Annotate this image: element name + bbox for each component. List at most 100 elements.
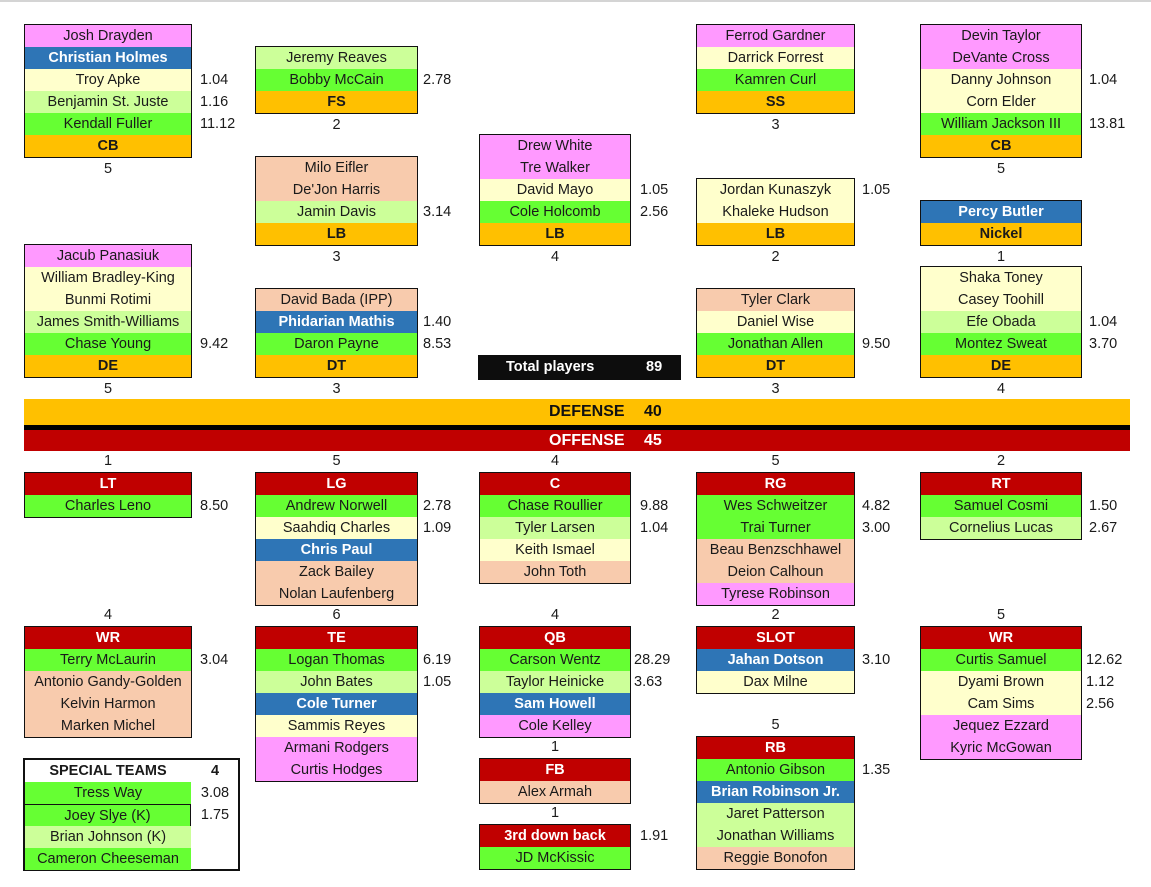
player-cell[interactable]: Curtis Hodges: [256, 759, 417, 781]
contract-value: 3.14: [423, 204, 452, 220]
player-cell[interactable]: Tyler Clark: [697, 289, 854, 311]
position-block-de-right: Shaka Toney Casey Toohill Efe Obada Montez …: [920, 266, 1082, 378]
player-cell[interactable]: DeVante Cross: [921, 47, 1081, 69]
player-cell[interactable]: Joey Slye (K): [25, 804, 191, 826]
player-cell[interactable]: Kelvin Harmon: [25, 693, 191, 715]
player-cell[interactable]: James Smith-Williams: [25, 311, 191, 333]
player-cell[interactable]: Beau Benzschhawel: [697, 539, 854, 561]
player-cell[interactable]: Cornelius Lucas: [921, 517, 1081, 539]
player-cell[interactable]: Troy Apke: [25, 69, 191, 91]
position-count: 3: [332, 381, 341, 397]
player-cell[interactable]: Jonathan Williams: [697, 825, 854, 847]
player-cell[interactable]: Ferrod Gardner: [697, 25, 854, 47]
player-cell[interactable]: Dyami Brown: [921, 671, 1081, 693]
player-cell[interactable]: Saahdiq Charles: [256, 517, 417, 539]
player-cell[interactable]: Montez Sweat: [921, 333, 1081, 355]
player-cell[interactable]: Charles Leno: [25, 495, 191, 517]
player-cell[interactable]: Kyric McGowan: [921, 737, 1081, 759]
player-cell[interactable]: Jacub Panasiuk: [25, 245, 191, 267]
player-cell[interactable]: Jordan Kunaszyk: [697, 179, 854, 201]
player-cell[interactable]: Trai Turner: [697, 517, 854, 539]
player-cell[interactable]: Chase Roullier: [480, 495, 630, 517]
player-cell[interactable]: Tre Walker: [480, 157, 630, 179]
player-cell[interactable]: Kamren Curl: [697, 69, 854, 91]
player-cell[interactable]: Nolan Laufenberg: [256, 583, 417, 605]
player-cell[interactable]: Armani Rodgers: [256, 737, 417, 759]
player-cell[interactable]: Sam Howell: [480, 693, 630, 715]
player-cell[interactable]: Cole Kelley: [480, 715, 630, 737]
player-cell[interactable]: Taylor Heinicke: [480, 671, 630, 693]
player-cell[interactable]: JD McKissic: [480, 847, 630, 869]
player-cell[interactable]: William Jackson III: [921, 113, 1081, 135]
player-cell[interactable]: John Bates: [256, 671, 417, 693]
player-cell[interactable]: Zack Bailey: [256, 561, 417, 583]
contract-values-dt-left: 1.40 8.53: [423, 289, 451, 355]
player-cell[interactable]: Carson Wentz: [480, 649, 630, 671]
player-cell[interactable]: Jamin Davis: [256, 201, 417, 223]
player-cell[interactable]: De'Jon Harris: [256, 179, 417, 201]
player-cell[interactable]: Keith Ismael: [480, 539, 630, 561]
player-cell[interactable]: Antonio Gibson: [697, 759, 854, 781]
player-cell[interactable]: Casey Toohill: [921, 289, 1081, 311]
player-cell[interactable]: Cole Turner: [256, 693, 417, 715]
player-cell[interactable]: Khaleke Hudson: [697, 201, 854, 223]
player-cell[interactable]: Chris Paul: [256, 539, 417, 561]
player-cell[interactable]: Tyler Larsen: [480, 517, 630, 539]
player-cell[interactable]: Curtis Samuel: [921, 649, 1081, 671]
special-teams-box: SPECIAL TEAMS 4 Tress Way 3.08 Joey Slye (…: [23, 758, 240, 871]
contract-value: 1.05: [640, 182, 669, 198]
player-cell[interactable]: Corn Elder: [921, 91, 1081, 113]
player-cell[interactable]: Reggie Bonofon: [697, 847, 854, 869]
player-cell[interactable]: Percy Butler: [921, 201, 1081, 223]
player-cell[interactable]: Alex Armah: [480, 781, 630, 803]
player-cell[interactable]: Cole Holcomb: [480, 201, 630, 223]
player-cell[interactable]: Antonio Gandy-Golden: [25, 671, 191, 693]
player-cell[interactable]: Phidarian Mathis: [256, 311, 417, 333]
contract-value: 3.08: [200, 785, 230, 801]
player-cell[interactable]: Cam Sims: [921, 693, 1081, 715]
player-cell[interactable]: Milo Eifler: [256, 157, 417, 179]
player-cell[interactable]: Darrick Forrest: [697, 47, 854, 69]
player-cell[interactable]: Christian Holmes: [25, 47, 191, 69]
player-cell[interactable]: Marken Michel: [25, 715, 191, 737]
player-cell[interactable]: Benjamin St. Juste: [25, 91, 191, 113]
player-cell[interactable]: Jequez Ezzard: [921, 715, 1081, 737]
player-cell[interactable]: William Bradley-King: [25, 267, 191, 289]
player-cell[interactable]: Deion Calhoun: [697, 561, 854, 583]
contract-value: [1089, 25, 1125, 47]
position-block-lb-right: Jordan Kunaszyk Khaleke Hudson LB: [696, 178, 855, 246]
player-cell[interactable]: Samuel Cosmi: [921, 495, 1081, 517]
player-cell[interactable]: Logan Thomas: [256, 649, 417, 671]
player-cell[interactable]: David Bada (IPP): [256, 289, 417, 311]
player-cell[interactable]: Efe Obada: [921, 311, 1081, 333]
player-cell[interactable]: Daron Payne: [256, 333, 417, 355]
player-cell[interactable]: Chase Young: [25, 333, 191, 355]
player-cell[interactable]: Andrew Norwell: [256, 495, 417, 517]
player-cell[interactable]: Drew White: [480, 135, 630, 157]
player-cell[interactable]: Jeremy Reaves: [256, 47, 417, 69]
player-cell[interactable]: Josh Drayden: [25, 25, 191, 47]
player-cell[interactable]: Dax Milne: [697, 671, 854, 693]
player-cell[interactable]: Brian Johnson (K): [25, 826, 191, 848]
player-cell[interactable]: Brian Robinson Jr.: [697, 781, 854, 803]
player-cell[interactable]: David Mayo: [480, 179, 630, 201]
player-cell[interactable]: Bunmi Rotimi: [25, 289, 191, 311]
player-cell[interactable]: Daniel Wise: [697, 311, 854, 333]
player-cell[interactable]: Devin Taylor: [921, 25, 1081, 47]
player-cell[interactable]: Bobby McCain: [256, 69, 417, 91]
player-cell[interactable]: Danny Johnson: [921, 69, 1081, 91]
contract-value: 1.12: [1086, 674, 1115, 690]
player-cell[interactable]: Sammis Reyes: [256, 715, 417, 737]
player-cell[interactable]: Jahan Dotson: [697, 649, 854, 671]
player-cell[interactable]: Wes Schweitzer: [697, 495, 854, 517]
player-cell[interactable]: Tyrese Robinson: [697, 583, 854, 605]
contract-values-slot: 3.10: [862, 627, 890, 693]
player-cell[interactable]: Jonathan Allen: [697, 333, 854, 355]
player-cell[interactable]: Cameron Cheeseman: [25, 848, 191, 870]
player-cell[interactable]: John Toth: [480, 561, 630, 583]
player-cell[interactable]: Shaka Toney: [921, 267, 1081, 289]
player-cell[interactable]: Tress Way: [25, 782, 191, 804]
player-cell[interactable]: Terry McLaurin: [25, 649, 191, 671]
player-cell[interactable]: Kendall Fuller: [25, 113, 191, 135]
player-cell[interactable]: Jaret Patterson: [697, 803, 854, 825]
